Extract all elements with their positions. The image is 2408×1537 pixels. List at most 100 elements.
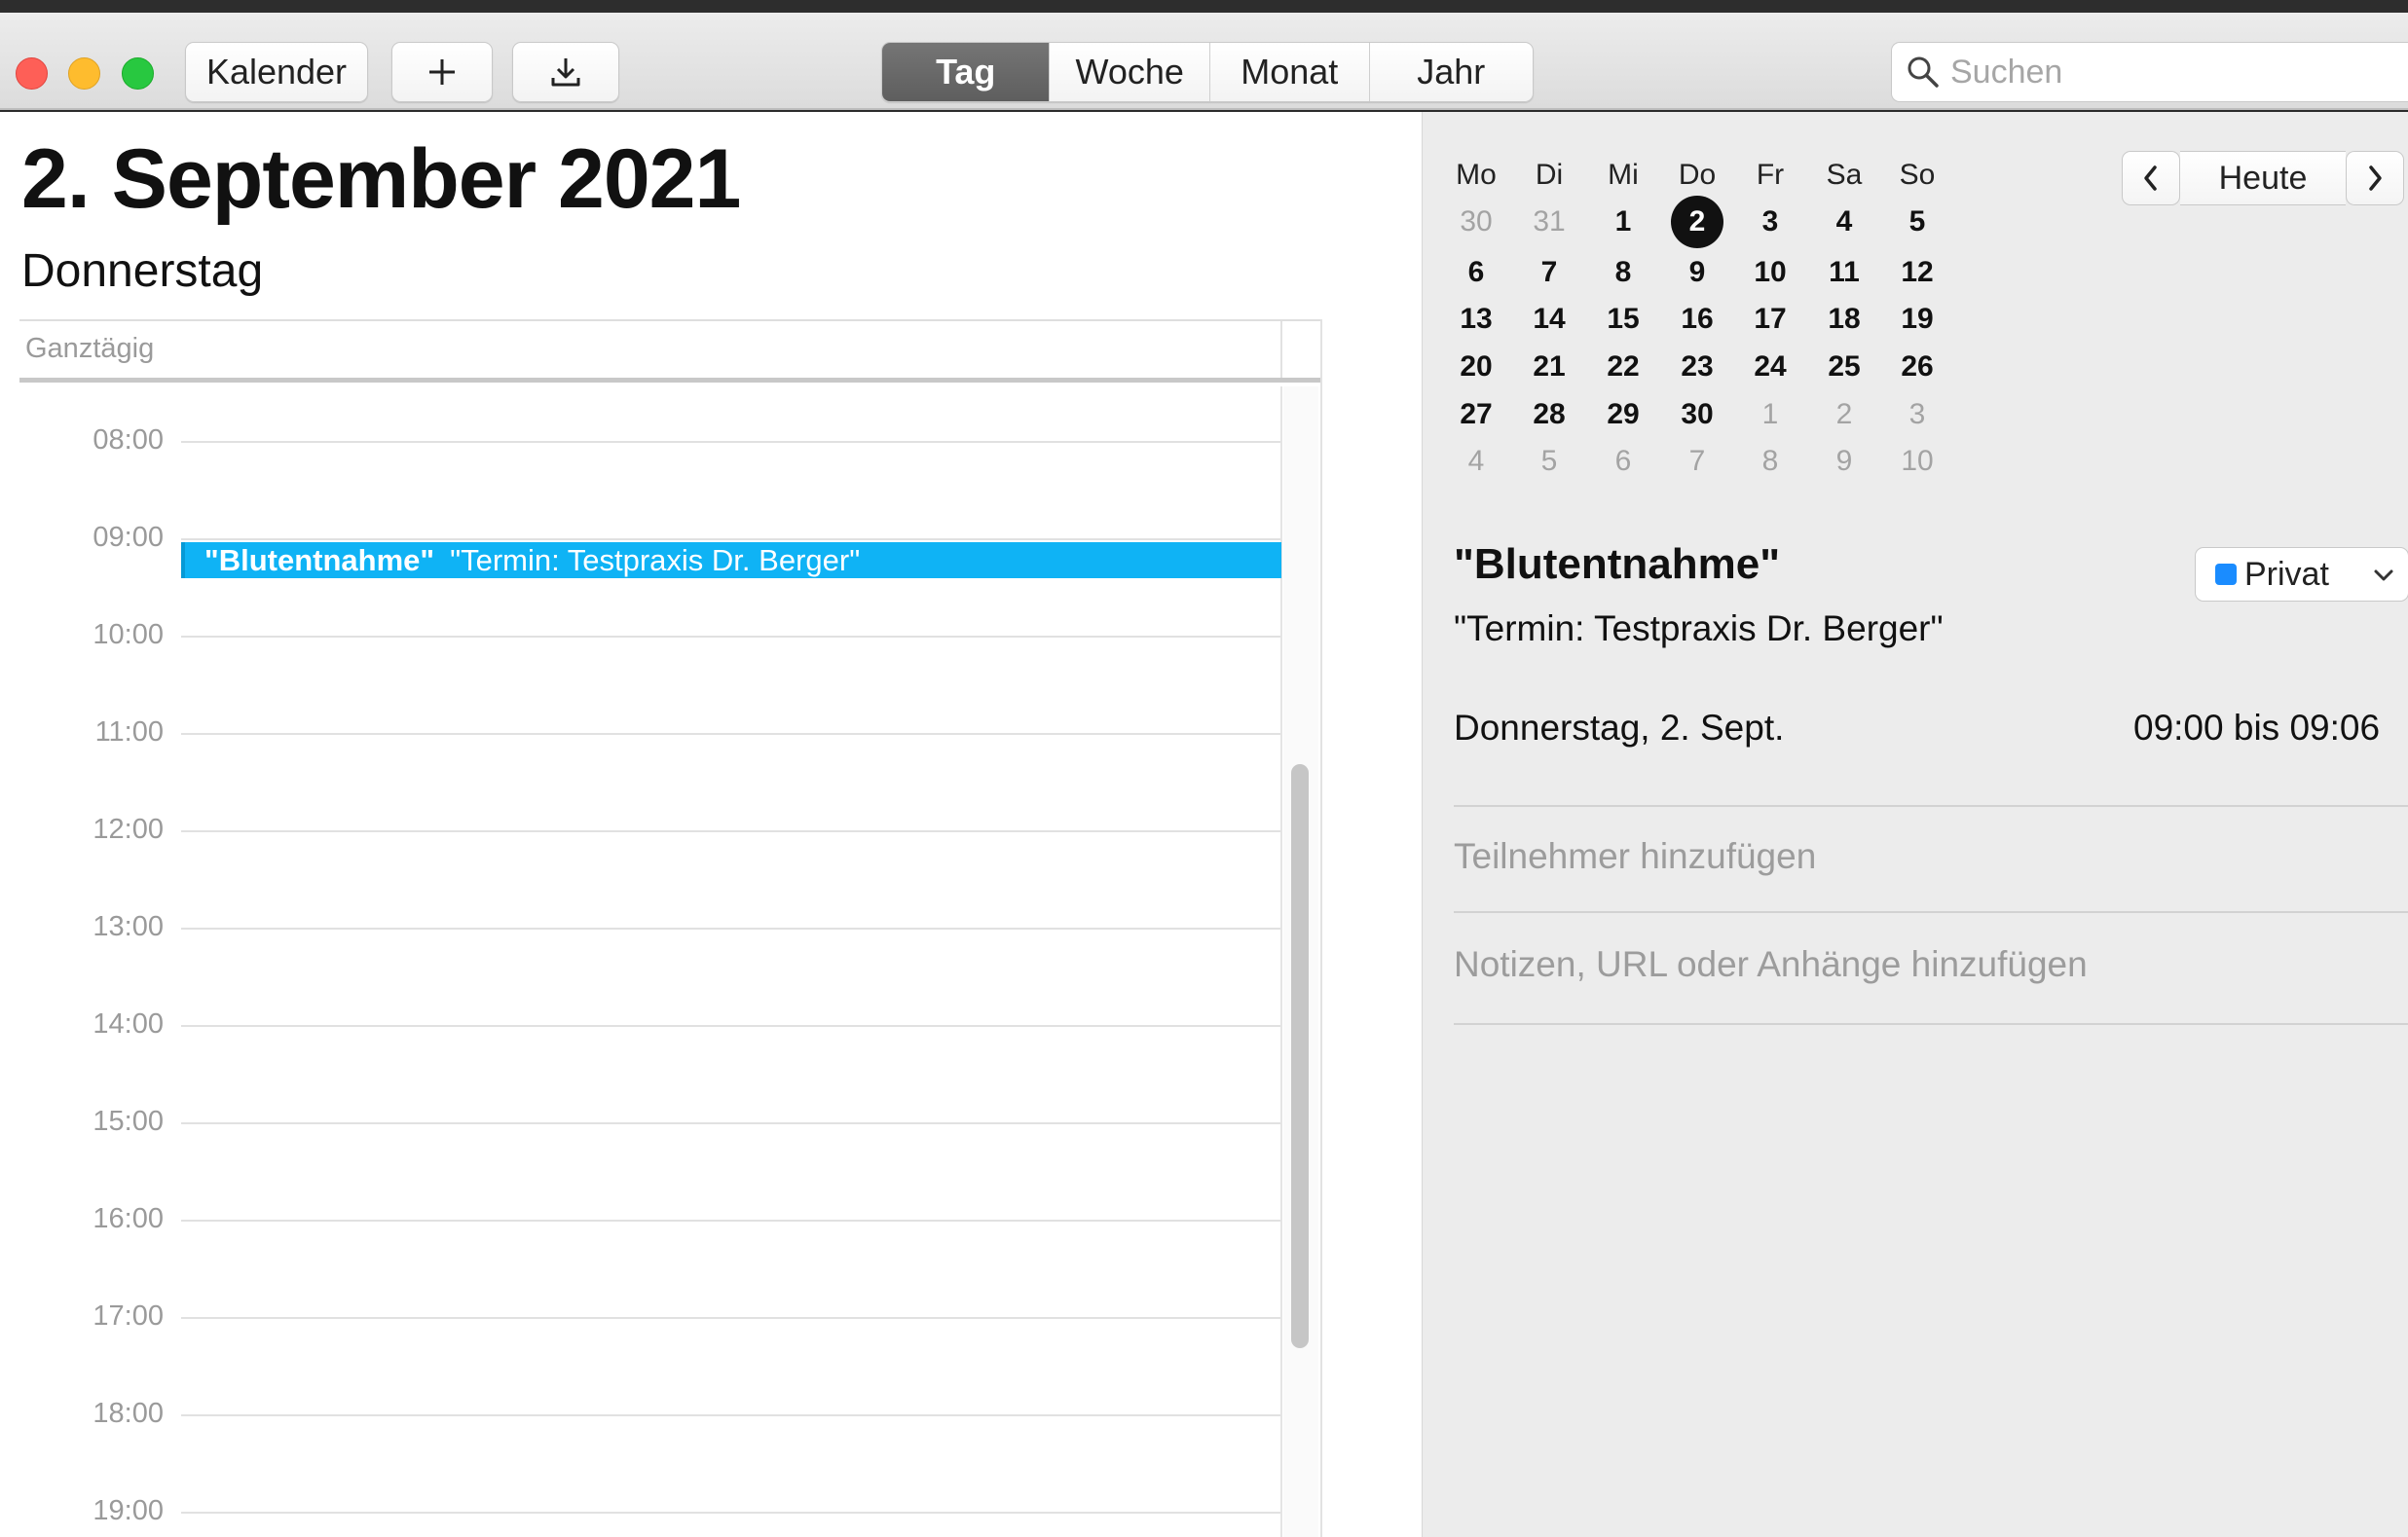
calendar-color-swatch: [2215, 564, 2237, 585]
mini-calendar-day[interactable]: 18: [1815, 295, 1873, 344]
notes-field[interactable]: Notizen, URL oder Anhänge hinzufügen: [1454, 944, 2088, 985]
calendars-button[interactable]: Kalender: [185, 42, 368, 102]
mini-calendar-day[interactable]: 8: [1594, 248, 1652, 297]
mini-calendar-day[interactable]: 21: [1520, 343, 1578, 391]
mini-calendar-day[interactable]: 2: [1815, 390, 1873, 439]
tab-day[interactable]: Tag: [882, 43, 1050, 101]
calendars-button-label: Kalender: [205, 52, 348, 91]
mini-calendar-day[interactable]: 1: [1741, 390, 1799, 439]
hour-line: [181, 928, 1281, 930]
tab-month[interactable]: Monat: [1209, 43, 1369, 101]
mini-calendar-day[interactable]: 22: [1594, 343, 1652, 391]
all-day-area[interactable]: Ganztägig: [19, 319, 1320, 383]
mini-calendar-day[interactable]: 7: [1668, 437, 1726, 486]
hour-label: 11:00: [94, 716, 164, 748]
mini-calendar-day[interactable]: 6: [1447, 248, 1505, 297]
mini-calendar-day[interactable]: 17: [1741, 295, 1799, 344]
event-block[interactable]: "Blutentnahme" "Termin: Testpraxis Dr. B…: [181, 542, 1281, 578]
mini-calendar-day[interactable]: 31: [1520, 198, 1578, 246]
mini-calendar-day[interactable]: 26: [1888, 343, 1946, 391]
mini-calendar-day[interactable]: 7: [1520, 248, 1578, 297]
hour-line: [181, 636, 1281, 638]
mini-calendar-weekday: Do: [1678, 159, 1717, 191]
search-field[interactable]: [1891, 42, 2408, 102]
close-window-button[interactable]: [16, 57, 48, 90]
mini-calendar-day[interactable]: 25: [1815, 343, 1873, 391]
hour-line: [181, 1414, 1281, 1416]
mini-calendar-day[interactable]: 16: [1668, 295, 1726, 344]
mini-calendar-day[interactable]: 15: [1594, 295, 1652, 344]
mini-calendar-day[interactable]: 5: [1520, 437, 1578, 486]
hour-line: [181, 1122, 1281, 1124]
page-title: 2. September 2021: [21, 132, 741, 226]
scrollbar-thumb[interactable]: [1291, 764, 1309, 1348]
mini-calendar-day[interactable]: 5: [1888, 198, 1946, 246]
tab-week[interactable]: Woche: [1049, 43, 1209, 101]
event-title: "Blutentnahme": [204, 542, 435, 577]
mini-calendar-weekday: So: [1899, 159, 1936, 191]
inspector-divider: [1454, 805, 2408, 807]
mini-calendar-weekday: Mi: [1608, 159, 1639, 191]
event-location: "Termin: Testpraxis Dr. Berger": [450, 542, 861, 577]
mini-calendar-day[interactable]: 4: [1815, 198, 1873, 246]
mini-calendar-day[interactable]: 10: [1888, 437, 1946, 486]
mini-calendar-day[interactable]: 20: [1447, 343, 1505, 391]
hour-label: 19:00: [93, 1495, 164, 1526]
weekday-label: Donnerstag: [21, 245, 264, 297]
inspector-event-date[interactable]: Donnerstag, 2. Sept.: [1454, 708, 1784, 749]
search-input[interactable]: [1950, 53, 2379, 91]
mini-calendar-day[interactable]: 11: [1815, 248, 1873, 297]
import-button[interactable]: [512, 42, 619, 102]
mini-calendar-day[interactable]: 27: [1447, 390, 1505, 439]
mini-calendar-weekday: Fr: [1756, 159, 1785, 191]
chevron-right-icon: [2369, 165, 2382, 191]
day-view: 2. September 2021 Donnerstag Ganztägig 0…: [0, 112, 1422, 1537]
inspector-event-location[interactable]: "Termin: Testpraxis Dr. Berger": [1454, 608, 1944, 649]
today-button-label: Heute: [2218, 159, 2308, 197]
hour-line: [181, 538, 1281, 540]
mini-calendar-day[interactable]: 30: [1668, 390, 1726, 439]
next-month-button[interactable]: [2346, 151, 2404, 205]
inspector-event-title[interactable]: "Blutentnahme": [1454, 540, 1780, 589]
hour-line: [181, 1317, 1281, 1319]
hour-label: 14:00: [93, 1008, 164, 1040]
mini-calendar-day[interactable]: 9: [1815, 437, 1873, 486]
hour-label: 16:00: [93, 1203, 164, 1234]
mini-calendar-day[interactable]: 8: [1741, 437, 1799, 486]
hour-label: 15:00: [93, 1106, 164, 1137]
mini-calendar-day[interactable]: 1: [1594, 198, 1652, 246]
toolbar: Kalender Tag Woche Monat Jahr: [0, 13, 2408, 110]
inspector-event-time[interactable]: 09:00 bis 09:06: [2133, 708, 2380, 749]
add-event-button[interactable]: [391, 42, 493, 102]
mini-calendar-day[interactable]: 29: [1594, 390, 1652, 439]
mini-calendar-day[interactable]: 30: [1447, 198, 1505, 246]
mini-calendar-day[interactable]: 23: [1668, 343, 1726, 391]
day-view-border: [1320, 319, 1322, 1537]
mini-calendar-day[interactable]: 13: [1447, 295, 1505, 344]
invitees-field[interactable]: Teilnehmer hinzufügen: [1454, 836, 1816, 877]
hour-label: 13:00: [93, 911, 164, 942]
tab-year[interactable]: Jahr: [1368, 43, 1533, 101]
mini-calendar-day[interactable]: 3: [1741, 198, 1799, 246]
mini-calendar-day[interactable]: 9: [1668, 248, 1726, 297]
mini-calendar-day[interactable]: 14: [1520, 295, 1578, 344]
hour-label: 10:00: [93, 619, 164, 650]
search-icon: [1908, 56, 1939, 88]
zoom-window-button[interactable]: [122, 57, 154, 90]
hour-line: [181, 830, 1281, 832]
mini-calendar-day[interactable]: 6: [1594, 437, 1652, 486]
calendar-select[interactable]: Privat: [2195, 547, 2408, 602]
today-button[interactable]: Heute: [2180, 151, 2346, 205]
inspector-divider: [1454, 911, 2408, 913]
mini-calendar-day[interactable]: 28: [1520, 390, 1578, 439]
mini-calendar-day[interactable]: 12: [1888, 248, 1946, 297]
minimize-window-button[interactable]: [68, 57, 100, 90]
previous-month-button[interactable]: [2122, 151, 2180, 205]
mini-calendar-weekday: Sa: [1826, 159, 1863, 191]
mini-calendar-day[interactable]: 2: [1668, 198, 1726, 246]
mini-calendar-day[interactable]: 3: [1888, 390, 1946, 439]
mini-calendar-day[interactable]: 10: [1741, 248, 1799, 297]
mini-calendar-day[interactable]: 24: [1741, 343, 1799, 391]
mini-calendar-day[interactable]: 19: [1888, 295, 1946, 344]
mini-calendar-day[interactable]: 4: [1447, 437, 1505, 486]
